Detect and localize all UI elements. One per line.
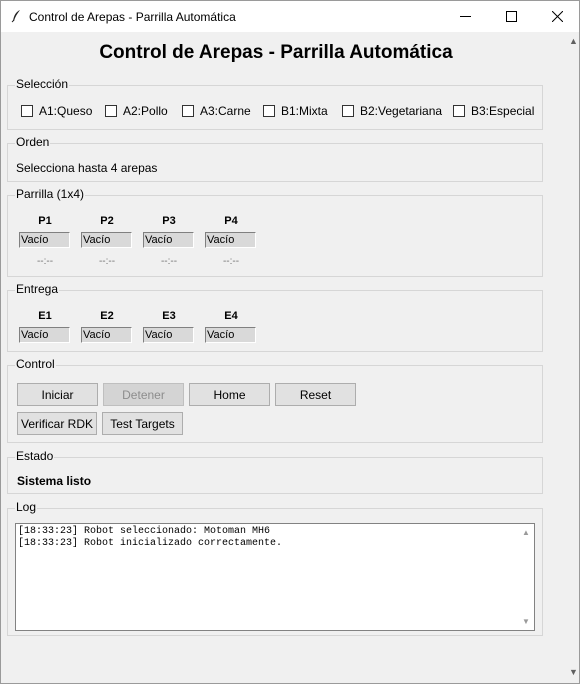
title-bar[interactable]: Control de Arepas - Parrilla Automática bbox=[1, 1, 579, 32]
seleccion-legend: Selección bbox=[15, 77, 70, 91]
parrilla-legend: Parrilla (1x4) bbox=[15, 187, 86, 201]
log-scrollbar[interactable]: ▲ ▼ bbox=[518, 524, 534, 630]
maximize-icon bbox=[505, 11, 517, 22]
slot-timer-p3: --:-- bbox=[160, 256, 178, 267]
checkbox-box[interactable] bbox=[182, 105, 194, 117]
entrega-legend: Entrega bbox=[15, 282, 60, 296]
slot-field-e2: Vacío bbox=[81, 327, 132, 343]
app-window: Control de Arepas - Parrilla Automática … bbox=[0, 0, 580, 684]
reset-button[interactable]: Reset bbox=[275, 383, 356, 406]
orden-legend: Orden bbox=[15, 135, 51, 149]
checkbox-label: B1:Mixta bbox=[281, 104, 328, 118]
slot-label-e1: E1 bbox=[38, 310, 52, 322]
log-legend: Log bbox=[15, 500, 38, 514]
scroll-up-arrow-icon[interactable]: ▲ bbox=[569, 36, 578, 46]
checkbox-label: A3:Carne bbox=[200, 104, 251, 118]
slot-label-e2: E2 bbox=[100, 310, 114, 322]
scroll-down-arrow-icon[interactable]: ▼ bbox=[522, 617, 530, 626]
slot-timer-p4: --:-- bbox=[222, 256, 240, 267]
checkbox-label: A1:Queso bbox=[39, 104, 93, 118]
checkbox-b1-mixta[interactable]: B1:Mixta bbox=[263, 104, 328, 118]
slot-label-p1: P1 bbox=[38, 215, 52, 227]
page-title: Control de Arepas - Parrilla Automática bbox=[99, 42, 453, 63]
checkbox-box[interactable] bbox=[453, 105, 465, 117]
slot-field-p1: Vacío bbox=[19, 232, 70, 248]
slot-label-e3: E3 bbox=[162, 310, 176, 322]
checkbox-label: B3:Especial bbox=[471, 104, 535, 118]
checkbox-a3-carne[interactable]: A3:Carne bbox=[182, 104, 251, 118]
slot-label-p4: P4 bbox=[224, 215, 238, 227]
checkbox-b3-especial[interactable]: B3:Especial bbox=[453, 104, 534, 118]
verificar-rdk-button[interactable]: Verificar RDK bbox=[17, 412, 97, 435]
window-title: Control de Arepas - Parrilla Automática bbox=[29, 10, 236, 24]
detener-button[interactable]: Detener bbox=[103, 383, 184, 406]
slot-label-e4: E4 bbox=[224, 310, 238, 322]
test-targets-button[interactable]: Test Targets bbox=[102, 412, 183, 435]
slot-field-e1: Vacío bbox=[19, 327, 70, 343]
checkbox-b2-vegetariana[interactable]: B2:Vegetariana bbox=[342, 104, 442, 118]
log-line: [18:33:23] Robot inicializado correctame… bbox=[18, 538, 283, 549]
checkbox-box[interactable] bbox=[342, 105, 354, 117]
slot-field-e4: Vacío bbox=[205, 327, 256, 343]
log-content: [18:33:23] Robot seleccionado: Motoman M… bbox=[16, 526, 282, 550]
close-icon bbox=[551, 11, 563, 22]
scroll-down-arrow-icon[interactable]: ▼ bbox=[569, 667, 578, 677]
parrilla-group: Parrilla (1x4) P1 P2 P3 P4 Vacío Vacío V… bbox=[7, 187, 543, 277]
checkbox-a1-queso[interactable]: A1:Queso bbox=[21, 104, 92, 118]
log-line: [18:33:23] Robot seleccionado: Motoman M… bbox=[18, 526, 271, 537]
status-text: Sistema listo bbox=[17, 474, 92, 488]
slot-label-p3: P3 bbox=[162, 215, 176, 227]
feather-icon bbox=[11, 10, 20, 23]
checkbox-box[interactable] bbox=[105, 105, 117, 117]
slot-timer-p2: --:-- bbox=[98, 256, 116, 267]
entrega-group: Entrega E1 E2 E3 E4 Vacío Vacío Vacío Va… bbox=[7, 282, 543, 352]
seleccion-group: Selección A1:Queso A2:Pollo A3:Carne B1:… bbox=[7, 77, 543, 130]
slot-field-e3: Vacío bbox=[143, 327, 194, 343]
minimize-icon bbox=[459, 16, 471, 17]
scroll-up-arrow-icon[interactable]: ▲ bbox=[522, 528, 530, 537]
maximize-button[interactable] bbox=[488, 1, 534, 32]
slot-timer-p1: --:-- bbox=[36, 256, 54, 267]
estado-legend: Estado bbox=[15, 449, 55, 463]
slot-field-p2: Vacío bbox=[81, 232, 132, 248]
checkbox-box[interactable] bbox=[21, 105, 33, 117]
minimize-button[interactable] bbox=[442, 1, 488, 32]
checkbox-label: B2:Vegetariana bbox=[360, 104, 443, 118]
checkbox-a2-pollo[interactable]: A2:Pollo bbox=[105, 104, 168, 118]
orden-group: Orden Selecciona hasta 4 arepas bbox=[7, 135, 543, 182]
home-button[interactable]: Home bbox=[189, 383, 270, 406]
log-group: Log [18:33:23] Robot seleccionado: Motom… bbox=[7, 500, 543, 636]
slot-field-p3: Vacío bbox=[143, 232, 194, 248]
orden-text: Selecciona hasta 4 arepas bbox=[16, 161, 158, 175]
control-legend: Control bbox=[15, 357, 56, 371]
checkbox-label: A2:Pollo bbox=[123, 104, 168, 118]
control-group: Control Iniciar Detener Home Reset Verif… bbox=[7, 357, 543, 443]
checkbox-box[interactable] bbox=[263, 105, 275, 117]
window-scrollbar[interactable]: ▲ ▼ bbox=[566, 32, 579, 683]
estado-group: Estado Sistema listo bbox=[7, 449, 543, 494]
iniciar-button[interactable]: Iniciar bbox=[17, 383, 98, 406]
slot-field-p4: Vacío bbox=[205, 232, 256, 248]
log-textarea[interactable]: [18:33:23] Robot seleccionado: Motoman M… bbox=[15, 523, 535, 631]
slot-label-p2: P2 bbox=[100, 215, 114, 227]
close-button[interactable] bbox=[534, 1, 580, 32]
